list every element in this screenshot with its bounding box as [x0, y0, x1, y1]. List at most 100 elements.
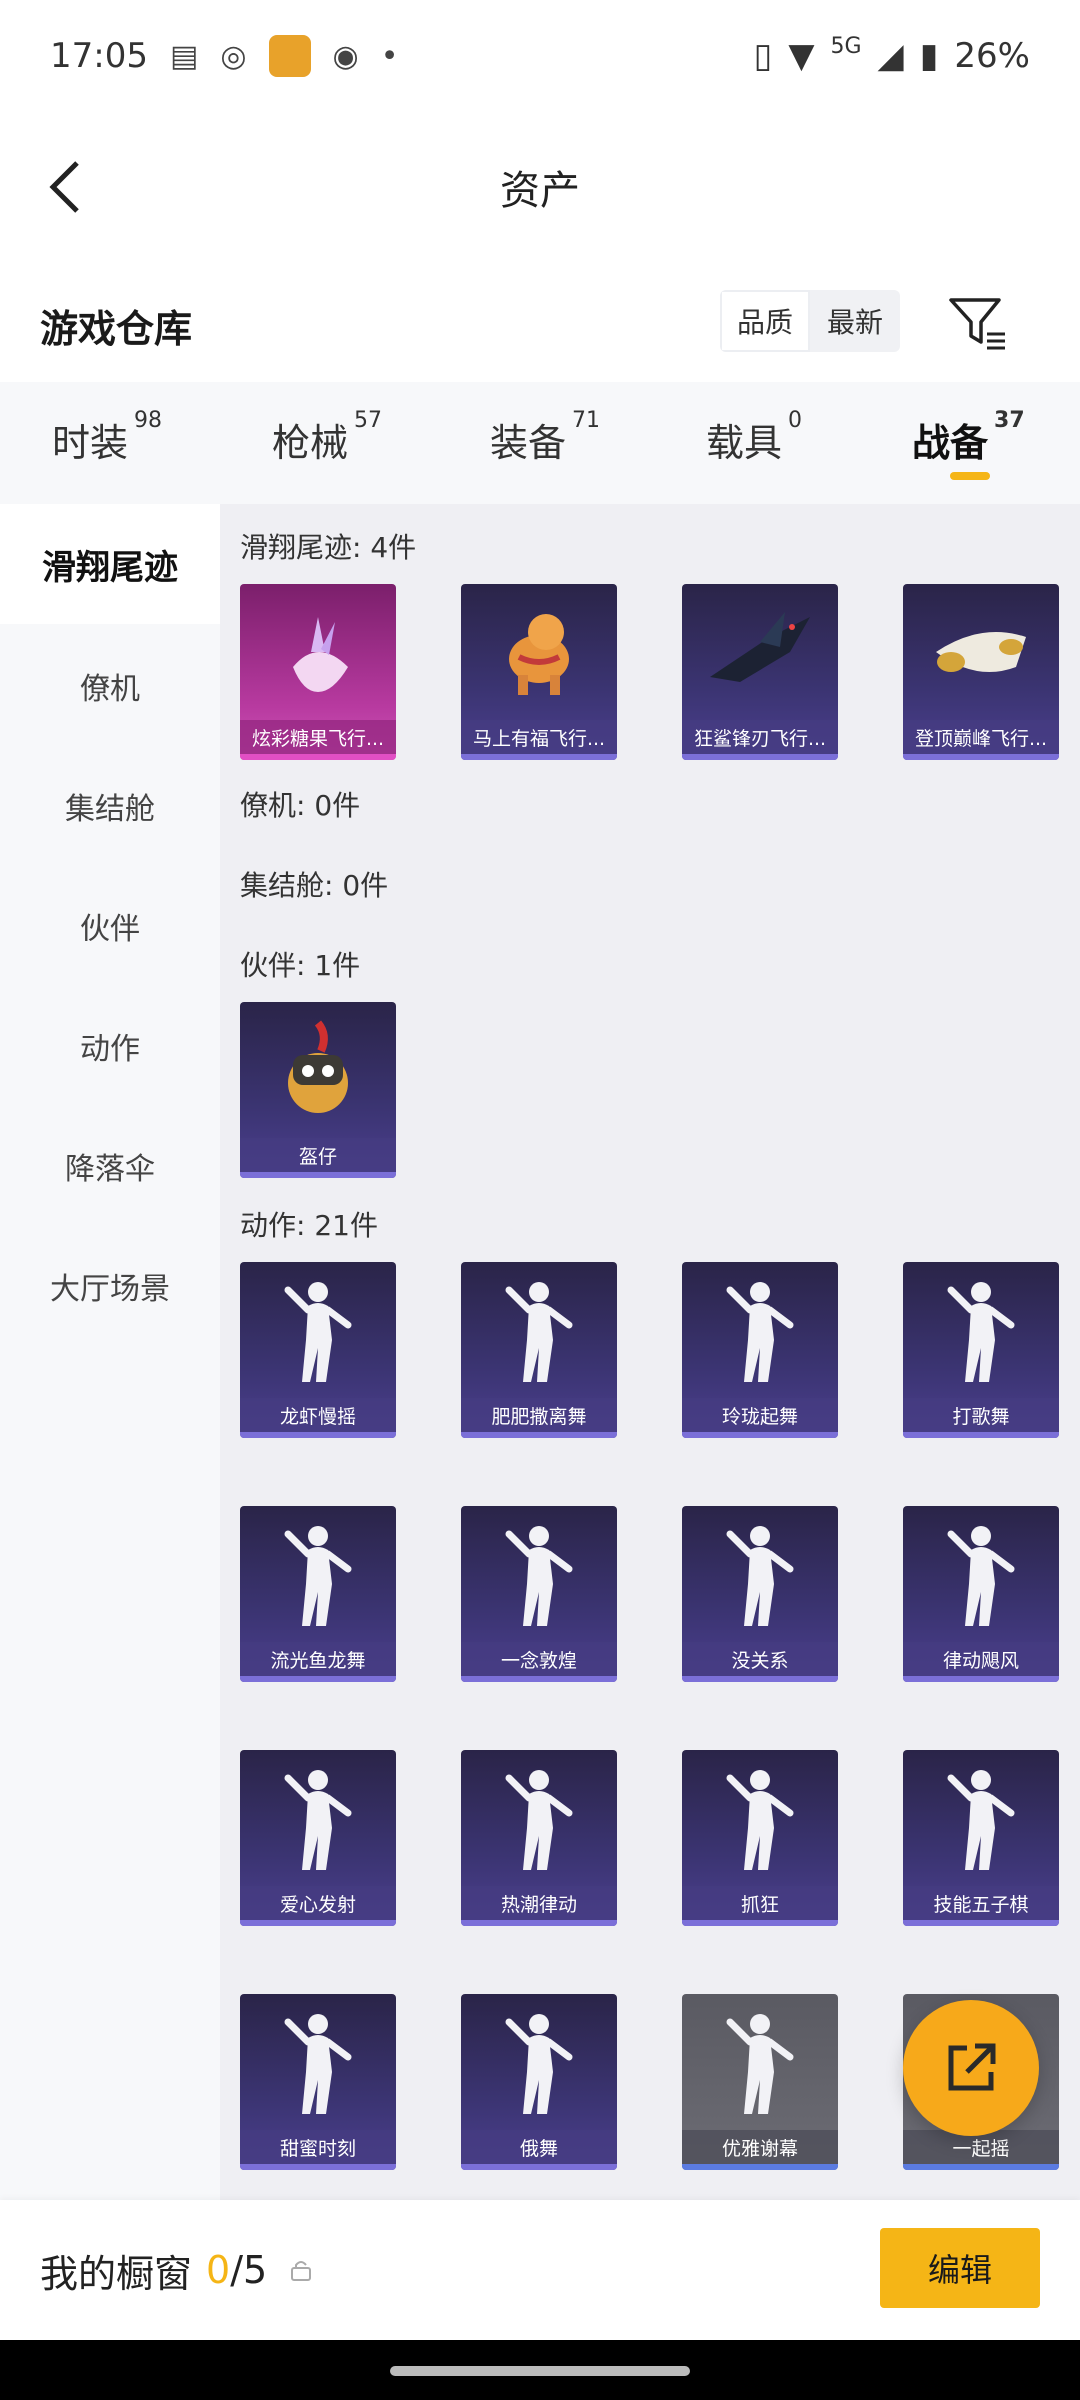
item-card[interactable]: 优雅谢幕: [682, 1994, 838, 2170]
golden-jet-icon: [903, 584, 1059, 720]
rarity-bar: [903, 2164, 1059, 2170]
edit-button[interactable]: 编辑: [880, 2228, 1040, 2308]
item-label: 登顶巅峰飞行...: [903, 720, 1059, 754]
item-label: 没关系: [682, 1642, 838, 1676]
item-label: 一念敦煌: [461, 1642, 617, 1676]
dancer-icon: [461, 1506, 617, 1642]
sidebar-item-label: 僚机: [80, 672, 140, 707]
item-label: 肥肥撒离舞: [461, 1398, 617, 1432]
rarity-bar: [240, 1920, 396, 1926]
item-label: 律动飓风: [903, 1642, 1059, 1676]
tab-vehicles[interactable]: 载具 0: [706, 408, 802, 467]
wechat-icon: ◎: [220, 38, 247, 74]
item-card[interactable]: 盔仔: [240, 1002, 396, 1178]
sort-quality-button[interactable]: 品质: [720, 290, 810, 352]
showcase-label: 我的橱窗: [40, 2251, 193, 2296]
item-card[interactable]: 一念敦煌: [461, 1506, 617, 1682]
sort-latest-button[interactable]: 最新: [810, 290, 900, 352]
active-tab-indicator: [950, 472, 990, 480]
item-label: 狂鲨锋刃飞行...: [682, 720, 838, 754]
tab-count: 0: [788, 408, 803, 433]
item-card[interactable]: 抓狂: [682, 1750, 838, 1926]
content-area: 滑翔尾迹: 4件 炫彩糖果飞行... 马上有福飞行... 狂鲨锋刃飞行... 登…: [220, 504, 1080, 2200]
item-card[interactable]: 甜蜜时刻: [240, 1994, 396, 2170]
showcase-count-num: 0: [206, 2248, 231, 2292]
item-card[interactable]: 炫彩糖果飞行...: [240, 584, 396, 760]
rarity-bar: [682, 1432, 838, 1438]
rarity-bar: [682, 1676, 838, 1682]
item-label: 抓狂: [682, 1886, 838, 1920]
rarity-bar: [903, 1676, 1059, 1682]
item-card[interactable]: 律动飓风: [903, 1506, 1059, 1682]
tab-fashion[interactable]: 时装 98: [52, 408, 162, 467]
item-card[interactable]: 流光鱼龙舞: [240, 1506, 396, 1682]
helmet-chick-icon: [240, 1002, 396, 1138]
sidebar-item-emote[interactable]: 动作: [0, 986, 220, 1106]
item-card[interactable]: 技能五子棋: [903, 1750, 1059, 1926]
sidebar-item-lobby-scene[interactable]: 大厅场景: [0, 1226, 220, 1346]
back-button[interactable]: [30, 152, 100, 222]
rarity-bar: [240, 754, 396, 760]
sidebar-item-label: 大厅场景: [50, 1272, 170, 1307]
tab-count: 98: [134, 408, 163, 433]
sidebar-item-wingman[interactable]: 僚机: [0, 626, 220, 746]
rarity-bar: [240, 1676, 396, 1682]
tab-guns[interactable]: 枪械 57: [272, 408, 382, 467]
chevron-left-icon: [49, 161, 79, 213]
page-title: 资产: [500, 168, 580, 214]
hd-icon: ▯: [753, 36, 773, 76]
nav-bar: 资产: [0, 112, 1080, 262]
section-header-partner: 伙伴: 1件: [240, 949, 361, 982]
item-card[interactable]: 肥肥撒离舞: [461, 1262, 617, 1438]
sort-toggle: 品质 最新: [720, 290, 900, 352]
item-card[interactable]: 狂鲨锋刃飞行...: [682, 584, 838, 760]
item-card[interactable]: 马上有福飞行...: [461, 584, 617, 760]
item-label: 炫彩糖果飞行...: [240, 720, 396, 754]
sidebar: 滑翔尾迹 僚机 集结舱 伙伴 动作 降落伞 大厅场景: [0, 504, 220, 2200]
status-time: 17:05: [50, 36, 148, 76]
tab-readiness[interactable]: 战备 37: [912, 408, 1025, 467]
dancer-icon: [240, 1506, 396, 1642]
item-label: 马上有福飞行...: [461, 720, 617, 754]
shark-jet-icon: [682, 584, 838, 720]
network-label: 5G: [830, 33, 862, 59]
rarity-bar: [240, 2164, 396, 2170]
tab-count: 57: [354, 408, 383, 433]
item-card[interactable]: 没关系: [682, 1506, 838, 1682]
share-fab-button[interactable]: [903, 2000, 1039, 2136]
item-card[interactable]: 打歌舞: [903, 1262, 1059, 1438]
filter-icon: [949, 298, 1005, 350]
sidebar-item-label: 集结舱: [65, 792, 155, 827]
dancer-icon: [240, 1994, 396, 2130]
dancer-icon: [240, 1262, 396, 1398]
item-label: 打歌舞: [903, 1398, 1059, 1432]
sidebar-item-label: 降落伞: [65, 1152, 155, 1187]
filter-button[interactable]: [945, 290, 1011, 356]
tab-equipment[interactable]: 装备 71: [490, 408, 600, 467]
item-card[interactable]: 玲珑起舞: [682, 1262, 838, 1438]
item-card[interactable]: 爱心发射: [240, 1750, 396, 1926]
item-label: 热潮律动: [461, 1886, 617, 1920]
showcase-count: 0/5: [206, 2248, 267, 2292]
showcase-bar: 我的橱窗 0/5 编辑: [0, 2200, 1080, 2340]
item-card[interactable]: 登顶巅峰飞行...: [903, 584, 1059, 760]
home-gesture-handle[interactable]: [390, 2366, 690, 2376]
sidebar-item-partner[interactable]: 伙伴: [0, 866, 220, 986]
item-card[interactable]: 龙虾慢摇: [240, 1262, 396, 1438]
rarity-bar: [240, 1432, 396, 1438]
dancer-icon: [903, 1750, 1059, 1886]
item-card[interactable]: 俄舞: [461, 1994, 617, 2170]
sidebar-item-glide-trail[interactable]: 滑翔尾迹: [0, 504, 220, 624]
motorola-icon: ◉: [332, 38, 359, 74]
showcase-count-total: /5: [230, 2248, 268, 2292]
wifi-icon: ▼: [788, 36, 815, 76]
item-label: 甜蜜时刻: [240, 2130, 396, 2164]
dot-icon: •: [380, 38, 399, 74]
sidebar-item-pod[interactable]: 集结舱: [0, 746, 220, 866]
item-card[interactable]: 热潮律动: [461, 1750, 617, 1926]
signal-icon: ◢: [877, 36, 904, 76]
sidebar-item-parachute[interactable]: 降落伞: [0, 1106, 220, 1226]
status-bar: 17:05 ▤ ◎ ◉ • ▯ ▼ 5G ◢ ▮ 26%: [0, 0, 1080, 112]
message-icon: ▤: [169, 38, 199, 74]
item-label: 优雅谢幕: [682, 2130, 838, 2164]
